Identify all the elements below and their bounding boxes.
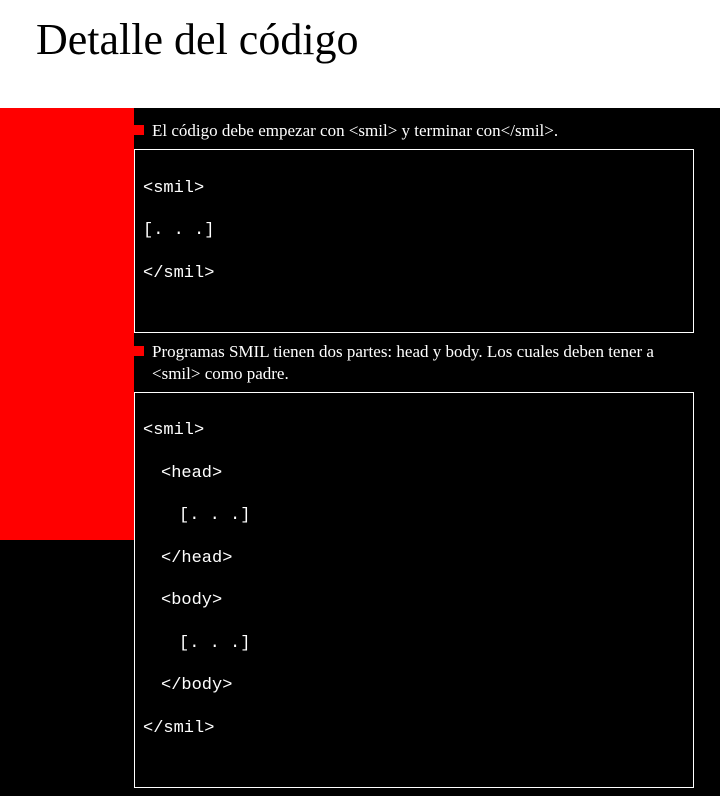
code-line: <smil>: [143, 178, 685, 199]
code-line: <head>: [161, 463, 685, 484]
code-block-1: <smil> [. . .] </smil>: [134, 149, 694, 333]
slide-title: Detalle del código: [36, 14, 359, 65]
paragraph-text: El código debe empezar con <smil> y term…: [152, 120, 558, 141]
paragraph-text: Programas SMIL tienen dos partes: head y…: [152, 341, 694, 384]
bullet-item: Programas SMIL tienen dos partes: head y…: [134, 341, 694, 384]
bullet-item: El código debe empezar con <smil> y term…: [134, 120, 694, 141]
code-line: <body>: [161, 590, 685, 611]
code-line: </head>: [161, 548, 685, 569]
code-line: [. . .]: [143, 220, 685, 241]
code-block-2: <smil> <head> [. . .] </head> <body> [. …: [134, 392, 694, 789]
code-line: </smil>: [143, 263, 685, 284]
bullet-icon: [134, 125, 144, 135]
code-line: </body>: [161, 675, 685, 696]
bullet-icon: [134, 346, 144, 356]
slide-content: El código debe empezar con <smil> y term…: [134, 120, 694, 796]
code-line: </smil>: [143, 718, 685, 739]
code-line: [. . .]: [179, 505, 685, 526]
code-line: <smil>: [143, 420, 685, 441]
code-line: [. . .]: [179, 633, 685, 654]
